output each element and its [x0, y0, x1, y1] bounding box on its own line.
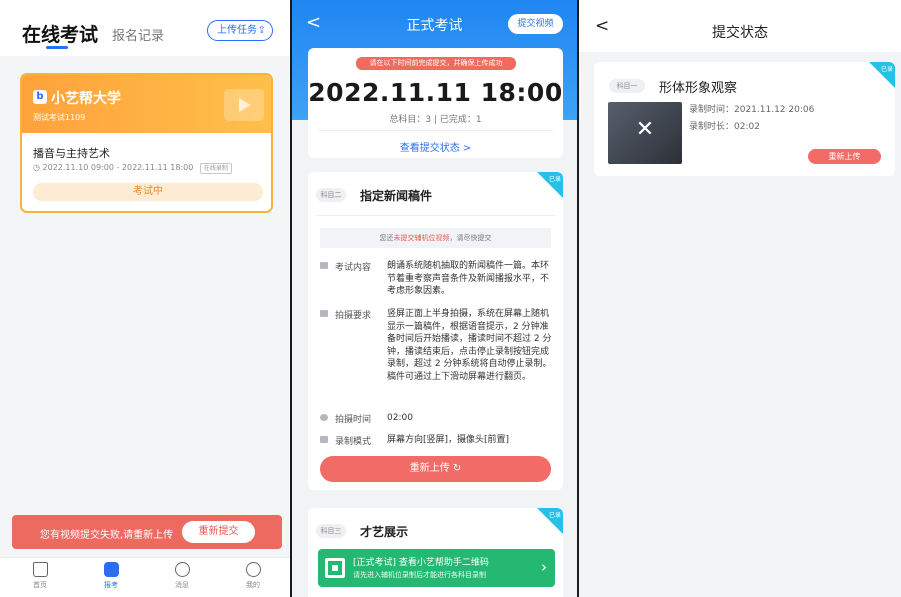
- exam-name: 测试考试1109: [33, 113, 86, 122]
- tab-records[interactable]: 报名记录: [112, 25, 164, 44]
- exam-status-badge: 考试中: [33, 183, 263, 201]
- clock-icon: [320, 414, 328, 421]
- close-icon[interactable]: ✕: [608, 117, 682, 142]
- online-exam-screen: 在线考试 报名记录 上传任务 ⇪ b 小艺帮大学 测试考试1109 播音与主持艺…: [0, 0, 290, 597]
- subject-counts: 总科目：3 | 已完成：1: [389, 115, 482, 125]
- info-value: 朗诵系统随机抽取的新闻稿件一篇。本环节着重考察声音条件及新闻播报水平，不考虑形象…: [387, 261, 550, 296]
- formal-exam-screen: < 正式考试 提交视频 请在以下时间前完成提交，并确保上传成功 2022.11.…: [292, 0, 577, 597]
- upload-fail-toast: 您有视频提交失败,请重新上传 重新提交: [12, 515, 282, 549]
- resubmit-button[interactable]: 重新提交: [182, 521, 255, 543]
- info-label: 录制模式: [335, 437, 372, 447]
- camera-icon: [320, 310, 328, 317]
- page-title: 在线考试: [22, 24, 99, 46]
- document-icon: [320, 262, 328, 269]
- home-icon: [32, 562, 48, 577]
- subject-number-pill: 科目三: [316, 524, 346, 538]
- notice-suffix: ，请尽快提交: [449, 234, 492, 242]
- submission-card: 科目一 形体形象观察 已录 ✕ 录制时间：2021.11.12 20:06 录制…: [594, 62, 895, 176]
- school-name: 小艺帮大学: [51, 91, 121, 107]
- info-label: 拍摄要求: [335, 311, 372, 321]
- notice-highlight: 未提交辅机位视频: [393, 234, 450, 242]
- qr-banner-title: [正式考试] 查看小艺帮助手二维码: [353, 558, 489, 568]
- exam-time-row: ◷ 2022.11.10 09:00 - 2022.11.11 18:00 在线…: [33, 163, 232, 174]
- submit-video-button[interactable]: 提交视频: [508, 14, 563, 34]
- nav-exam[interactable]: 报考: [91, 562, 131, 590]
- nav-message-label: 消息: [175, 581, 189, 589]
- exam-subject: 播音与主持艺术: [33, 147, 110, 160]
- upload-task-button[interactable]: 上传任务 ⇪: [207, 20, 273, 41]
- cloud-upload-icon: ⇪: [257, 25, 266, 36]
- divider: [316, 215, 555, 216]
- video-play-icon: [224, 89, 264, 121]
- page-title: 提交状态: [712, 25, 768, 41]
- info-value: 屏幕方向[竖屏]，摄像头[前置]: [387, 435, 510, 445]
- message-icon: [174, 562, 190, 577]
- exam-card-header: b 小艺帮大学 测试考试1109: [22, 75, 271, 133]
- nav-profile-label: 我的: [246, 581, 260, 589]
- qr-helper-banner[interactable]: [正式考试] 查看小艺帮助手二维码 请先进入辅机位录制后才能进行各科目录制 ›: [318, 549, 555, 587]
- nav-home-label: 首页: [33, 581, 47, 589]
- video-icon: [320, 436, 328, 443]
- view-submit-status-link[interactable]: 查看提交状态 >: [308, 139, 563, 154]
- nav-profile[interactable]: 我的: [233, 562, 273, 590]
- header: 在线考试 报名记录 上传任务 ⇪: [0, 0, 290, 56]
- submit-status-screen: < 提交状态 科目一 形体形象观察 已录 ✕ 录制时间：2021.11.12 2…: [579, 0, 901, 597]
- aux-camera-notice: 您还未提交辅机位视频，请尽快提交: [320, 228, 551, 248]
- chevron-right-icon: ›: [541, 558, 547, 576]
- info-label: 拍摄时间: [335, 415, 372, 425]
- header: < 提交状态: [579, 0, 901, 52]
- upload-fail-text: 您有视频提交失败,请重新上传: [40, 530, 174, 541]
- qr-banner-subtitle: 请先进入辅机位录制后才能进行各科目录制: [353, 571, 486, 579]
- subject-title: 形体形象观察: [659, 81, 738, 96]
- info-label: 考试内容: [335, 263, 372, 273]
- recorded-ribbon-label: 已录: [548, 512, 561, 519]
- profile-icon: [245, 562, 261, 577]
- exam-icon: [103, 562, 119, 577]
- active-tab-indicator: [46, 46, 68, 49]
- subject-number-pill: 科目一: [609, 79, 645, 93]
- clock-icon: ◷: [33, 163, 40, 172]
- recorded-ribbon-label: 已录: [548, 176, 561, 183]
- video-thumbnail[interactable]: ✕: [608, 102, 682, 164]
- nav-home[interactable]: 首页: [20, 562, 60, 590]
- record-mode-badge: 在线录制: [199, 163, 232, 174]
- bottom-nav: 首页 报考 消息 我的: [0, 557, 290, 597]
- upload-task-label: 上传任务: [217, 25, 257, 36]
- screenshot: 在线考试 报名记录 上传任务 ⇪ b 小艺帮大学 测试考试1109 播音与主持艺…: [0, 0, 901, 597]
- recorded-ribbon-label: 已录: [880, 66, 893, 73]
- deadline-card: 请在以下时间前完成提交，并确保上传成功 2022.11.11 18:00 总科目…: [308, 48, 563, 158]
- info-value: 02:00: [387, 413, 413, 423]
- school-logo-icon: b: [33, 90, 47, 104]
- subject-number-pill: 科目二: [316, 188, 346, 202]
- notice-prefix: 您还: [379, 234, 394, 242]
- subject-card-news: 科目二 指定新闻稿件 已录 您还未提交辅机位视频，请尽快提交 考试内容 朗诵系统…: [308, 172, 563, 490]
- deadline-datetime: 2022.11.11 18:00: [308, 78, 563, 107]
- deadline-warning: 请在以下时间前完成提交，并确保上传成功: [356, 57, 516, 70]
- record-duration: 录制时长：02:02: [689, 122, 760, 132]
- nav-message[interactable]: 消息: [162, 562, 202, 590]
- subject-title: 才艺展示: [360, 525, 409, 539]
- record-time: 录制时间：2021.11.12 20:06: [689, 105, 815, 115]
- subject-title: 指定新闻稿件: [360, 189, 433, 203]
- exam-card[interactable]: b 小艺帮大学 测试考试1109 播音与主持艺术 ◷ 2022.11.10 09…: [20, 73, 273, 213]
- qr-code-icon: [325, 558, 345, 578]
- reupload-button[interactable]: 重新上传 ↻: [320, 456, 551, 482]
- reupload-button[interactable]: 重新上传: [808, 149, 881, 164]
- divider: [318, 130, 553, 131]
- info-value: 竖屏正面上半身拍摄，系统在屏幕上随机显示一篇稿件，根据语音提示，2 分钟准备时间…: [387, 309, 552, 382]
- exam-time: 2022.11.10 09:00 - 2022.11.11 18:00: [42, 163, 194, 172]
- nav-exam-label: 报考: [104, 581, 118, 589]
